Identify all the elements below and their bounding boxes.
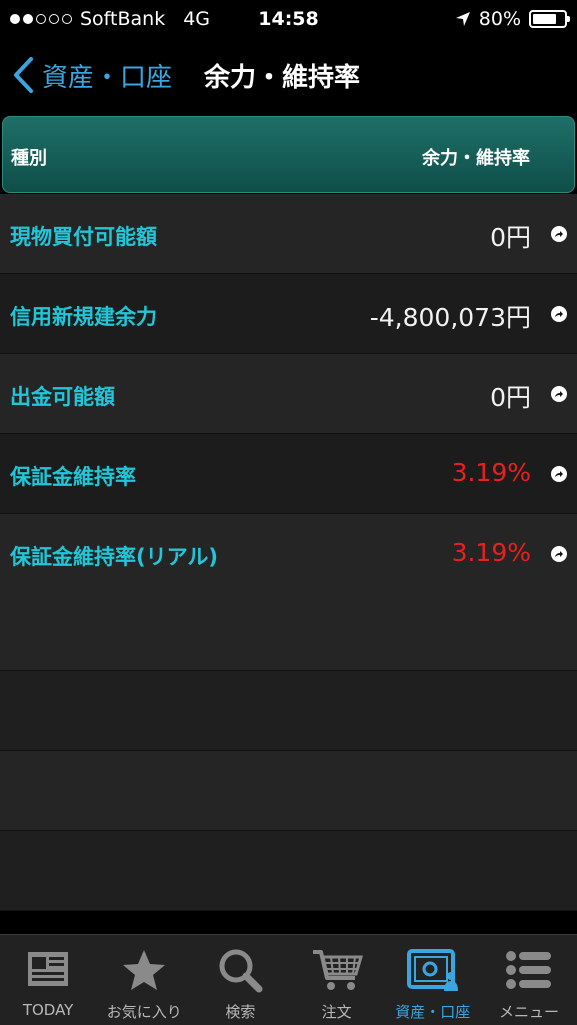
chevron-left-icon [14, 57, 33, 93]
row-value: 0円 [490, 223, 531, 252]
row-label: 出金可能額 [10, 385, 115, 409]
balance-list: 現物買付可能額 0円 信用新規建余力 -4,800,073円 出金可能額 0円 … [0, 194, 577, 594]
cart-icon [312, 950, 363, 990]
row-value: 3.19% [451, 538, 531, 567]
tab-search[interactable]: 検索 [192, 935, 288, 1025]
row-value: 3.19% [451, 458, 531, 487]
row-cash-buying-power[interactable]: 現物買付可能額 0円 [0, 194, 577, 274]
row-label: 信用新規建余力 [10, 305, 157, 329]
tab-assets-account[interactable]: 資産・口座 [385, 935, 481, 1025]
tab-label: お気に入り [106, 1003, 182, 1021]
header-balance-rate: 余力・維持率 [422, 148, 530, 169]
navigation-bar: 資産・口座 余力・維持率 [0, 40, 577, 114]
tab-label: TODAY [22, 1001, 74, 1019]
row-margin-maintenance-rate-realtime[interactable]: 保証金維持率(リアル) 3.19% [0, 514, 577, 594]
battery-icon [529, 10, 570, 28]
row-withdrawable-amount[interactable]: 出金可能額 0円 [0, 354, 577, 434]
back-button[interactable]: 資産・口座 [12, 56, 172, 94]
menu-icon [505, 951, 551, 989]
empty-row [0, 671, 577, 751]
battery-percent: 80% [478, 8, 521, 30]
newspaper-icon [28, 952, 69, 986]
arrow-right-icon[interactable] [551, 546, 567, 562]
arrow-right-icon[interactable] [551, 306, 567, 322]
tab-label: メニュー [498, 1003, 559, 1021]
tab-today[interactable]: TODAY [0, 935, 96, 1025]
battery-level [533, 14, 557, 24]
search-icon [219, 949, 263, 993]
status-bar: SoftBank 4G 14:58 80% [0, 0, 577, 40]
star-icon [123, 950, 166, 990]
tab-label: 注文 [321, 1003, 352, 1021]
row-label: 現物買付可能額 [10, 225, 157, 249]
tab-menu[interactable]: メニュー [481, 935, 577, 1025]
row-label: 保証金維持率 [10, 465, 136, 489]
safe-icon [406, 949, 458, 991]
status-right: 80% [455, 8, 570, 30]
header-type: 種別 [11, 148, 47, 169]
row-value: -4,800,073円 [369, 303, 531, 332]
arrow-right-icon[interactable] [551, 386, 567, 402]
tab-label: 資産・口座 [395, 1003, 471, 1021]
page-title: 余力・維持率 [204, 63, 361, 93]
back-button-label: 資産・口座 [42, 62, 173, 93]
row-value: 0円 [490, 383, 531, 412]
row-label: 保証金維持率(リアル) [10, 545, 218, 569]
empty-row [0, 591, 577, 671]
tab-label: 検索 [225, 1003, 256, 1021]
empty-list-area [0, 591, 577, 911]
arrow-right-icon[interactable] [551, 226, 567, 242]
empty-row [0, 751, 577, 831]
location-arrow-icon [455, 12, 470, 26]
row-margin-maintenance-rate[interactable]: 保証金維持率 3.19% [0, 434, 577, 514]
tab-favorites[interactable]: お気に入り [96, 935, 192, 1025]
row-margin-new-position-capacity[interactable]: 信用新規建余力 -4,800,073円 [0, 274, 577, 354]
arrow-right-icon[interactable] [551, 466, 567, 482]
empty-row [0, 831, 577, 911]
tab-order[interactable]: 注文 [289, 935, 385, 1025]
tab-bar: TODAY お気に入り 検索 注文 資産・口座 メニュー [0, 934, 577, 1025]
table-header: 種別 余力・維持率 [2, 116, 575, 193]
